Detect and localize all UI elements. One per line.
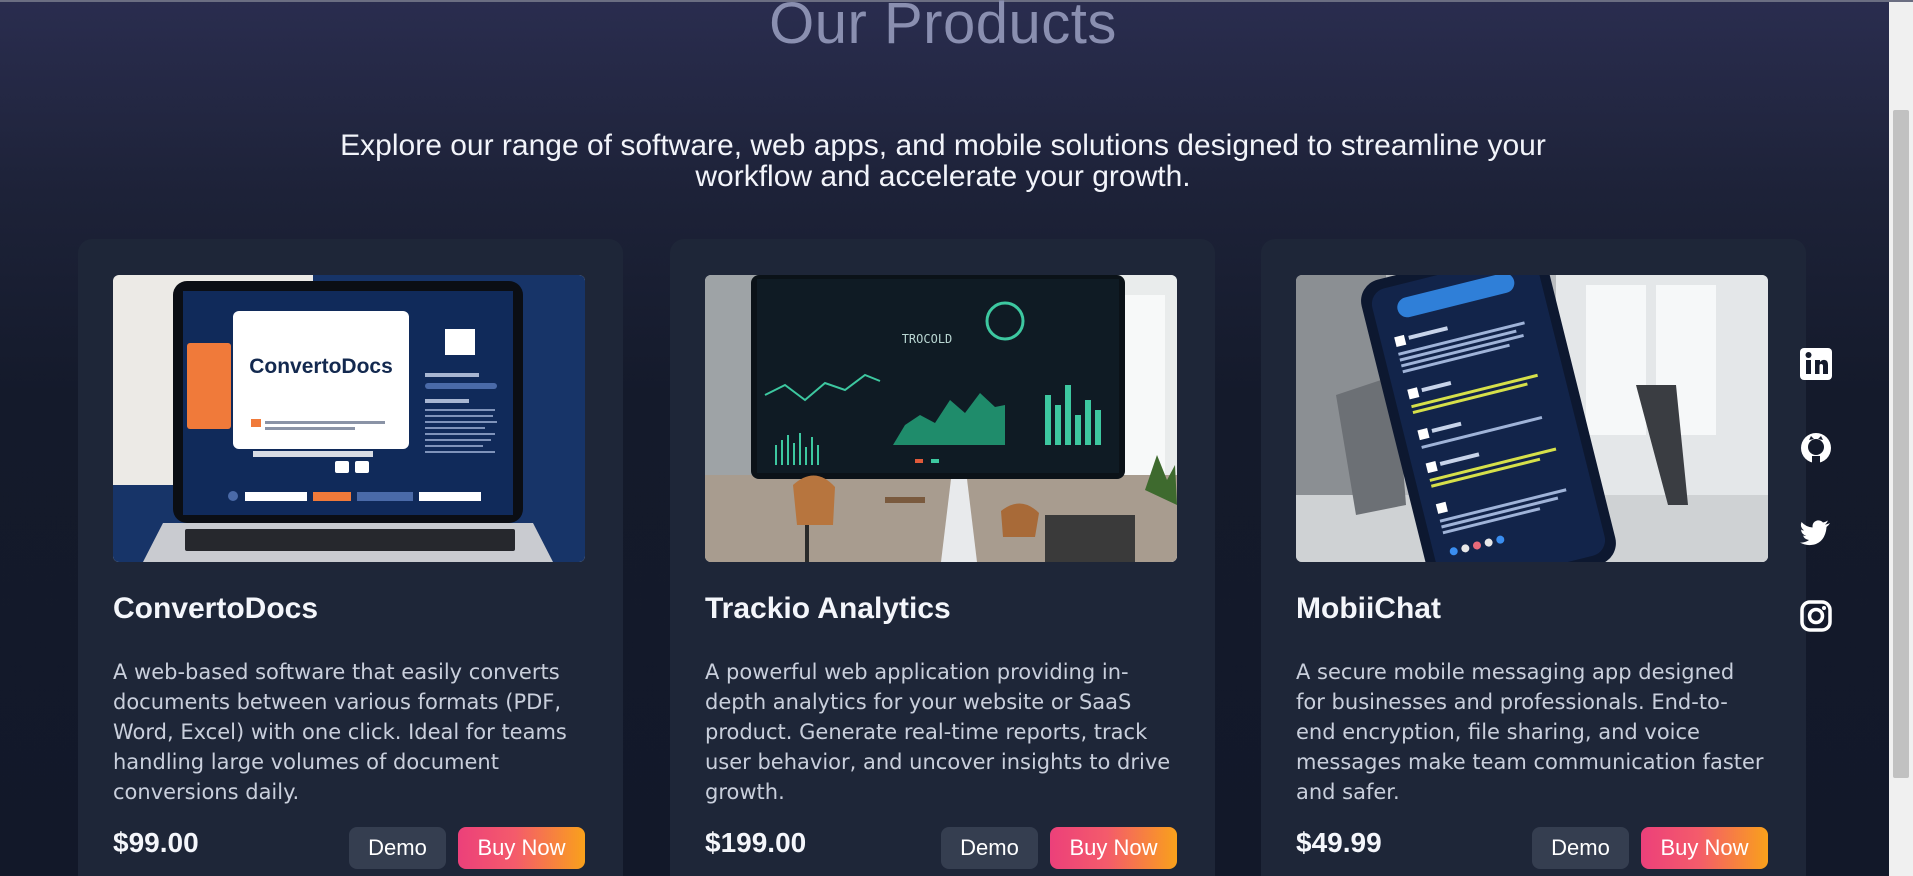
buy-now-button[interactable]: Buy Now bbox=[458, 827, 585, 869]
svg-text:TROCOLD: TROCOLD bbox=[902, 332, 953, 346]
product-description: A powerful web application providing in-… bbox=[705, 660, 1171, 804]
product-card-trackio-analytics: TROCOLD Trackio Analytics A powerful web… bbox=[670, 239, 1215, 876]
product-name: MobiiChat bbox=[1296, 592, 1441, 625]
section-subtitle: Explore our range of software, web apps,… bbox=[340, 129, 1546, 193]
linkedin-icon[interactable] bbox=[1796, 344, 1836, 384]
scrollbar-thumb[interactable] bbox=[1893, 110, 1909, 778]
product-price: $49.99 bbox=[1296, 827, 1382, 858]
page-scrollbar[interactable] bbox=[1889, 2, 1913, 876]
product-card-mobiichat: MobiiChat A secure mobile messaging app … bbox=[1261, 239, 1806, 876]
instagram-icon[interactable] bbox=[1796, 596, 1836, 636]
product-image-mobiichat bbox=[1296, 275, 1768, 562]
product-price: $99.00 bbox=[113, 827, 199, 858]
demo-button[interactable]: Demo bbox=[941, 827, 1038, 869]
product-description: A secure mobile messaging app designed f… bbox=[1296, 660, 1764, 804]
github-icon[interactable] bbox=[1796, 428, 1836, 468]
product-card-convertodocs: ConvertoDocs ConvertoDocs A web-based so… bbox=[78, 239, 623, 876]
product-image-convertodocs: ConvertoDocs bbox=[113, 275, 585, 562]
buy-now-button[interactable]: Buy Now bbox=[1050, 827, 1177, 869]
twitter-icon[interactable] bbox=[1796, 512, 1836, 552]
product-description: A web-based software that easily convert… bbox=[113, 660, 567, 804]
product-name: Trackio Analytics bbox=[705, 592, 951, 625]
buy-now-button[interactable]: Buy Now bbox=[1641, 827, 1768, 869]
product-price: $199.00 bbox=[705, 827, 807, 858]
demo-button[interactable]: Demo bbox=[349, 827, 446, 869]
section-title: Our Products bbox=[769, 0, 1117, 56]
product-image-trackio-analytics: TROCOLD bbox=[705, 275, 1177, 562]
convertodocs-screen-logo: ConvertoDocs bbox=[249, 355, 393, 378]
product-name: ConvertoDocs bbox=[113, 592, 319, 625]
demo-button[interactable]: Demo bbox=[1532, 827, 1629, 869]
